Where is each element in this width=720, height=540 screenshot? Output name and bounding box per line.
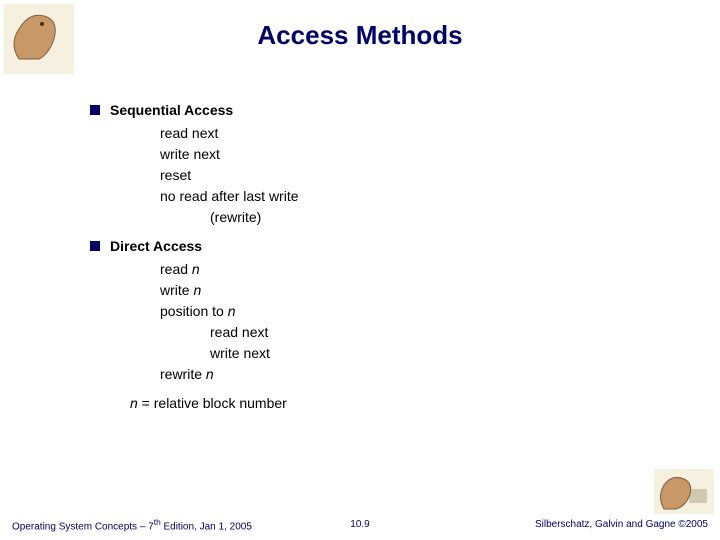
dinosaur-logo-top (4, 4, 74, 74)
footer-right: Silberschatz, Galvin and Gagne ©2005 (535, 519, 708, 530)
footer-left: Operating System Concepts – 7th Edition,… (12, 517, 252, 532)
footer-page-number: 10.9 (350, 519, 369, 530)
content-line: position to n (90, 301, 299, 322)
content-line: read next (90, 123, 299, 144)
section-heading: Sequential Access (110, 100, 233, 121)
content-line: read next (90, 322, 299, 343)
content-line: no read after last write (90, 186, 299, 207)
slide-title: Access Methods (0, 0, 720, 51)
dinosaur-logo-bottom (654, 469, 714, 514)
square-bullet-icon (90, 241, 100, 251)
footnote-line: n = relative block number (90, 393, 299, 414)
slide-content: Sequential Accessread nextwrite nextrese… (90, 100, 299, 414)
content-line: write n (90, 280, 299, 301)
content-line: read n (90, 259, 299, 280)
content-line: (rewrite) (90, 207, 299, 228)
content-line: reset (90, 165, 299, 186)
section-heading: Direct Access (110, 236, 202, 257)
square-bullet-icon (90, 105, 100, 115)
bullet-item: Direct Access (90, 236, 299, 257)
bullet-item: Sequential Access (90, 100, 299, 121)
slide-footer: Operating System Concepts – 7th Edition,… (0, 517, 720, 532)
content-line: write next (90, 343, 299, 364)
content-line: write next (90, 144, 299, 165)
content-line: rewrite n (90, 364, 299, 385)
